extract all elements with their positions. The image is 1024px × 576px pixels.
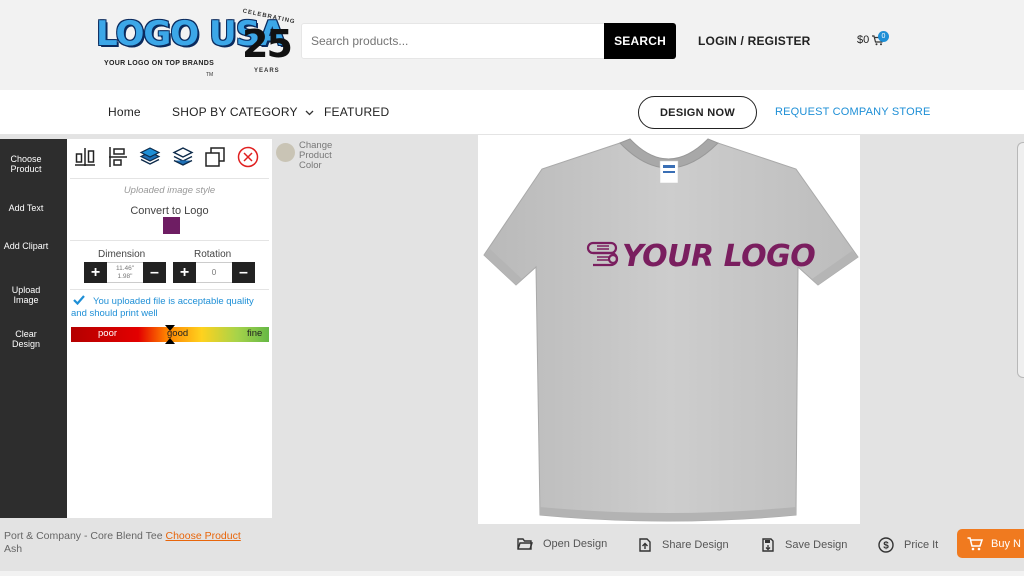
nav-featured[interactable]: FEATURED [324, 105, 389, 119]
product-name: Port & Company - Core Blend Tee [4, 530, 163, 542]
logo-tagline: YOUR LOGO ON TOP BRANDS [104, 60, 215, 67]
bottom-action-bar: Port & Company - Core Blend Tee Choose P… [0, 524, 1024, 576]
site-logo[interactable]: LOGO USA YOUR LOGO ON TOP BRANDS TM [96, 8, 285, 80]
send-backward-tool[interactable] [171, 145, 195, 169]
badge-bottom-text: YEARS [254, 68, 280, 74]
sidebar-item-add-clipart[interactable]: Add Clipart [0, 241, 52, 251]
layers-up-icon [139, 147, 161, 165]
panel-divider [70, 240, 269, 241]
dimension-label: Dimension [98, 249, 146, 260]
convert-to-logo-label: Convert to Logo [130, 205, 209, 217]
quality-fine-label: fine [247, 328, 263, 339]
uploaded-image-style-label: Uploaded image style [123, 185, 216, 196]
change-product-color-label[interactable]: Change Product Color [299, 141, 343, 171]
quality-message: You uploaded file is acceptable quality … [71, 295, 271, 320]
right-side-tab[interactable] [1017, 142, 1024, 378]
dimension-decrease-button[interactable]: – [143, 262, 166, 283]
dimension-increase-button[interactable]: + [84, 262, 107, 283]
folder-open-icon [517, 538, 533, 550]
share-design-button[interactable]: Share Design [638, 537, 729, 553]
open-design-button[interactable]: Open Design [517, 537, 607, 551]
sidebar-item-add-text[interactable]: Add Text [0, 203, 52, 213]
search-input[interactable] [302, 24, 604, 58]
price-it-button[interactable]: $ Price It [878, 537, 938, 553]
quality-marker-bottom [165, 338, 175, 344]
save-design-label: Save Design [785, 539, 848, 551]
dimension-width: 11.46" [115, 264, 135, 272]
search-box [301, 23, 605, 59]
rotation-stepper: + 0 – [173, 262, 255, 283]
choose-product-link[interactable]: Choose Product [165, 530, 240, 542]
product-color-swatch[interactable] [276, 143, 295, 162]
print-quality-meter: poor good fine [71, 325, 269, 344]
cart-count-badge: 0 [878, 31, 889, 42]
chevron-down-icon [305, 110, 314, 116]
price-it-label: Price It [904, 539, 939, 551]
rotation-value[interactable]: 0 [196, 262, 232, 283]
logo-color-swatch[interactable] [163, 217, 180, 234]
buy-now-button[interactable]: Buy N [957, 529, 1024, 558]
delete-tool[interactable] [236, 145, 260, 169]
panel-divider [70, 178, 269, 179]
dimension-height: 1.98" [117, 272, 133, 280]
cart-amount: $0 [857, 34, 870, 46]
align-center-horizontal-tool[interactable] [73, 145, 97, 169]
check-icon [73, 295, 85, 306]
rotation-increase-button[interactable]: + [173, 262, 196, 283]
align-center-vertical-tool[interactable] [106, 145, 130, 169]
design-canvas[interactable]: YOUR LOGO [478, 135, 860, 524]
badge-number: 25 [242, 22, 293, 66]
design-now-button[interactable]: DESIGN NOW [638, 96, 757, 129]
nav-shop-by-category[interactable]: SHOP BY CATEGORY [172, 105, 314, 119]
tshirt-image: YOUR LOGO [483, 138, 859, 522]
sidebar-item-upload-image[interactable]: Upload Image [0, 285, 52, 305]
designer-sidebar: Choose Product Add Text Add Clipart Uplo… [0, 139, 67, 518]
copy-icon [205, 147, 225, 167]
nav-shop-label: SHOP BY CATEGORY [172, 105, 298, 119]
save-icon [762, 538, 774, 552]
request-company-store-link[interactable]: REQUEST COMPANY STORE [775, 106, 931, 118]
logo-trademark: TM [206, 72, 214, 78]
open-design-label: Open Design [543, 538, 608, 550]
anniversary-badge: CELEBRATING 25 YEARS [236, 8, 300, 80]
save-design-button[interactable]: Save Design [761, 537, 847, 553]
share-design-label: Share Design [662, 539, 729, 551]
dollar-circle-icon: $ [878, 537, 894, 553]
layers-down-icon [172, 147, 194, 166]
rotation-label: Rotation [194, 249, 232, 260]
main-nav: Home SHOP BY CATEGORY FEATURED DESIGN NO… [0, 90, 1024, 135]
quality-message-text: You uploaded file is acceptable quality … [71, 296, 254, 319]
login-register-link[interactable]: LOGIN / REGISTER [698, 34, 811, 48]
product-color-name: Ash [4, 543, 23, 555]
sidebar-item-clear-design[interactable]: Clear Design [0, 329, 52, 349]
dimension-value[interactable]: 11.46" 1.98" [107, 262, 143, 283]
nav-home[interactable]: Home [108, 105, 141, 119]
search-button[interactable]: SEARCH [604, 23, 676, 59]
site-header: LOGO USA YOUR LOGO ON TOP BRANDS TM CELE… [0, 0, 1024, 90]
buy-now-label: Buy N [991, 537, 1021, 550]
bring-forward-tool[interactable] [138, 145, 162, 169]
align-vertical-icon [109, 147, 127, 167]
align-horizontal-icon [75, 148, 95, 166]
sidebar-item-choose-product[interactable]: Choose Product [0, 154, 52, 174]
quality-poor-label: poor [98, 328, 118, 339]
dimension-stepper: + 11.46" 1.98" – [84, 262, 166, 283]
quality-marker-top [165, 325, 175, 331]
design-logo-text: YOUR LOGO [622, 239, 815, 274]
svg-text:$: $ [883, 541, 889, 552]
bottom-strip [0, 571, 1024, 576]
product-info: Port & Company - Core Blend Tee Choose P… [4, 530, 241, 542]
close-circle-icon [237, 146, 259, 168]
logo-wordmark: LOGO USA [96, 14, 285, 54]
cart-icon [967, 536, 983, 550]
image-edit-panel: Uploaded image style Convert to Logo Dim… [67, 139, 272, 518]
rotation-decrease-button[interactable]: – [232, 262, 255, 283]
panel-divider [70, 289, 269, 290]
duplicate-tool[interactable] [203, 145, 227, 169]
share-icon [639, 538, 651, 552]
